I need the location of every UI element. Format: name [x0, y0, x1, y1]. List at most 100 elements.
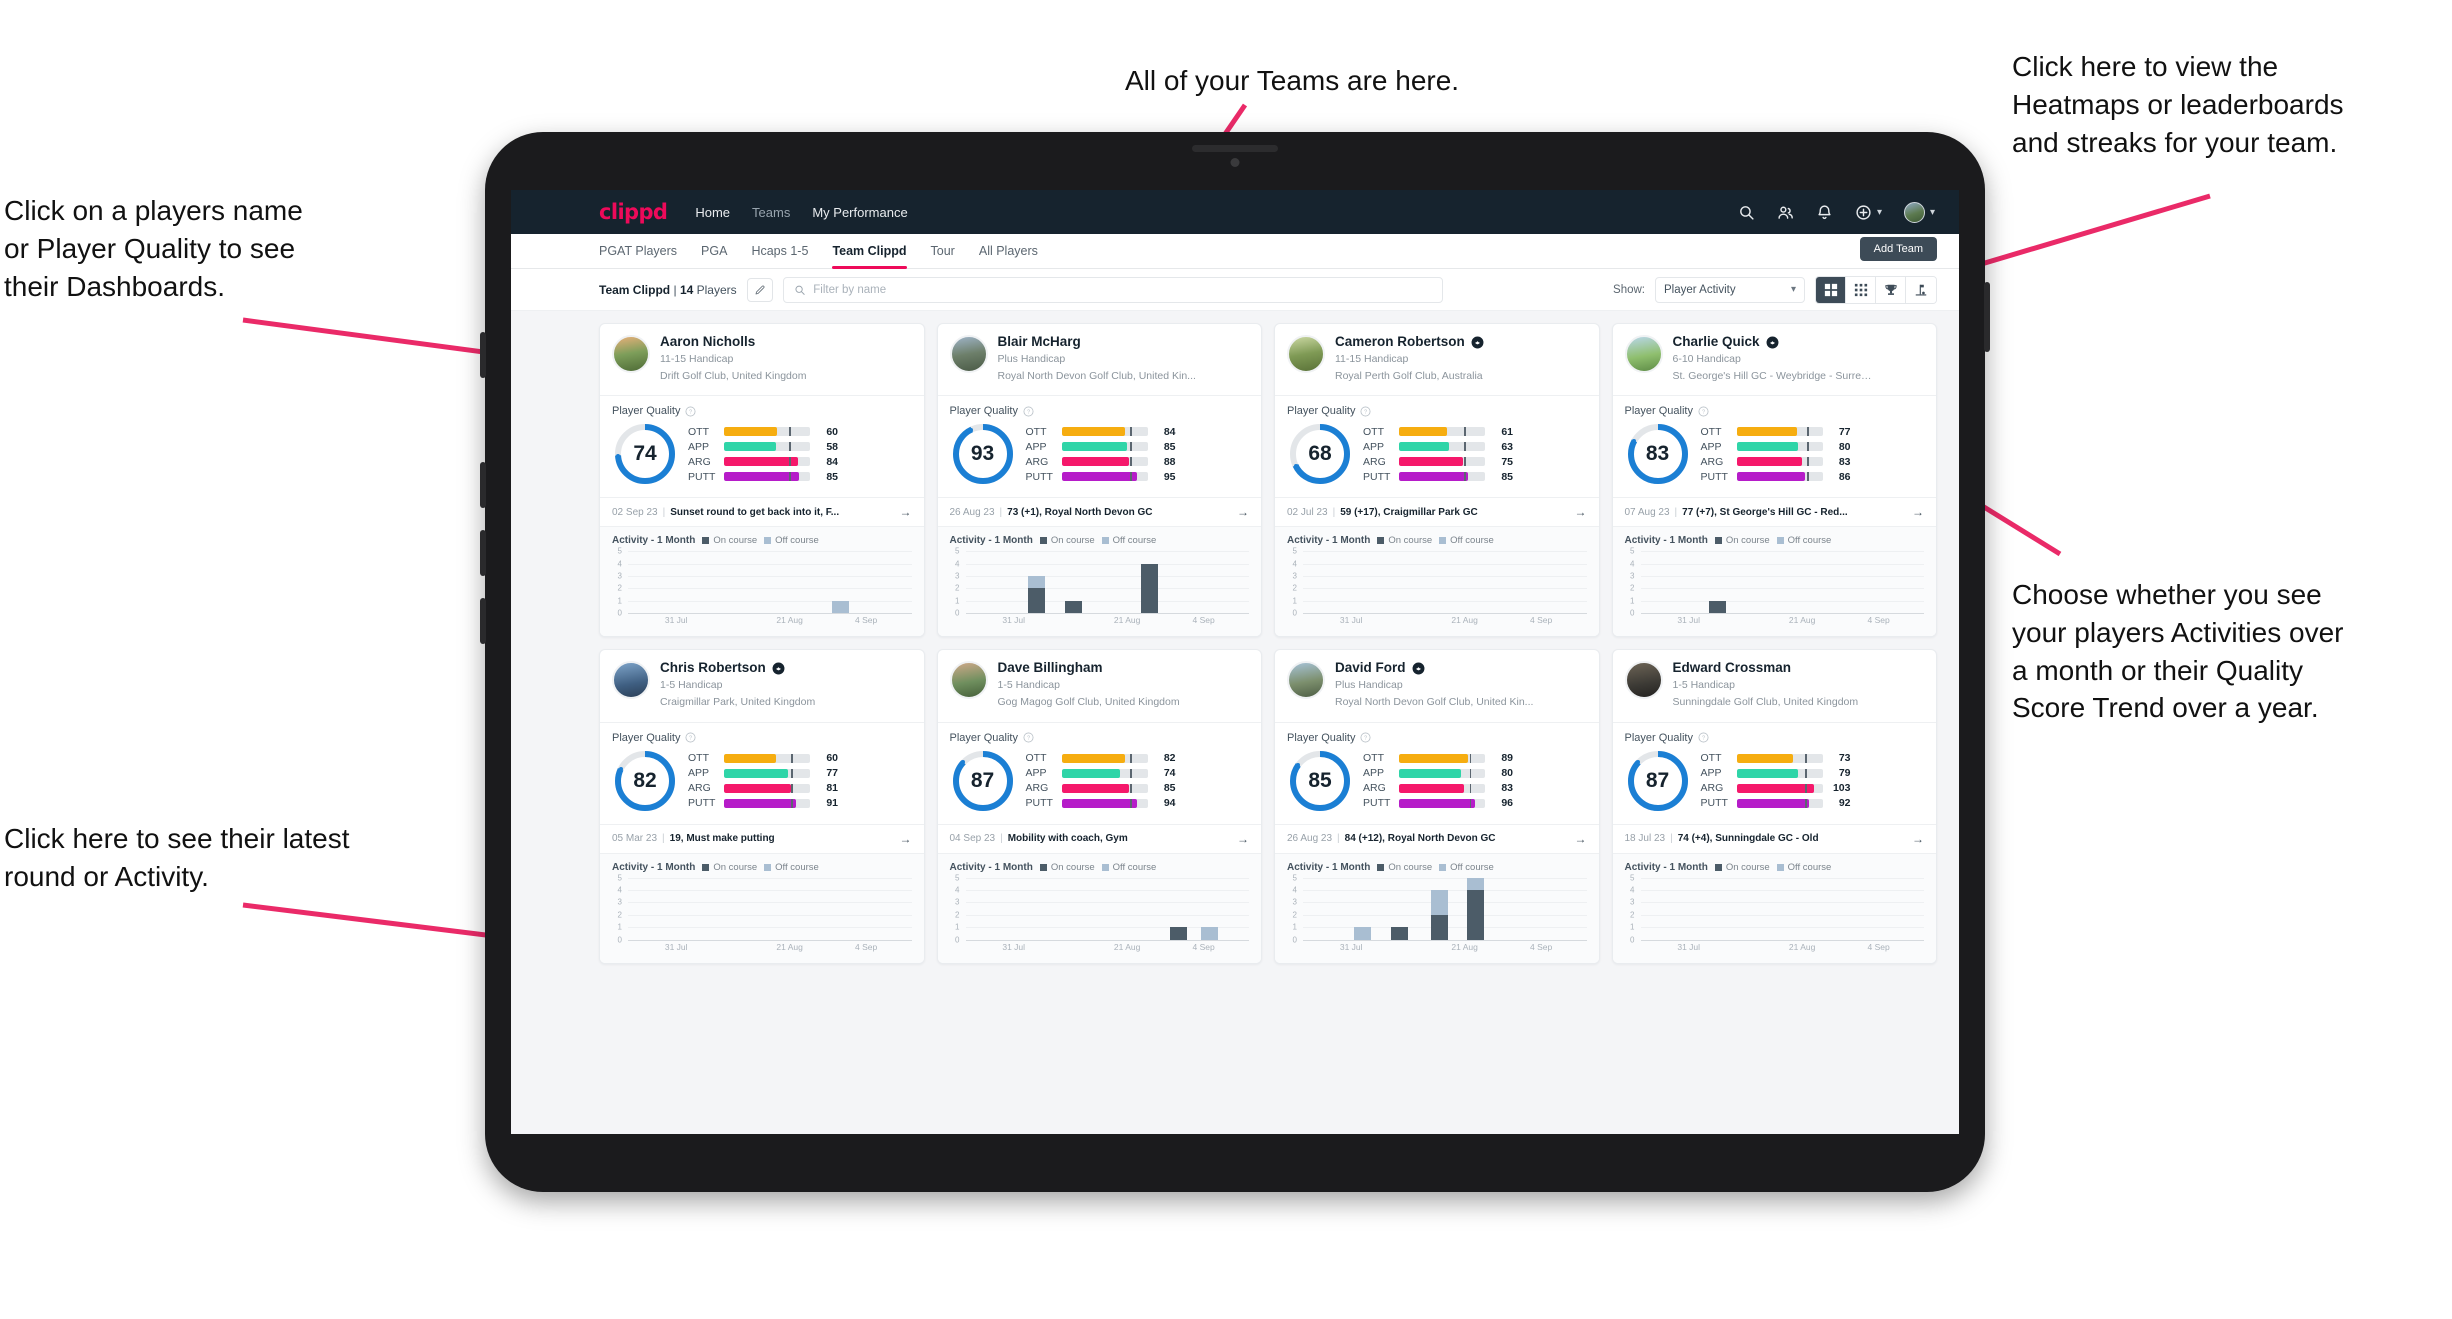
- chevron-down-icon[interactable]: ▾: [1877, 207, 1882, 218]
- latest-round-row[interactable]: 26 Aug 23 | 73 (+1), Royal North Devon GC →: [937, 497, 1261, 526]
- player-quality-section[interactable]: Player Quality? 83 OTT 77 APP 80 ARG 83 PUTT 86: [1612, 395, 1936, 497]
- player-card[interactable]: Blair McHarg Plus Handicap Royal North Dev…: [936, 323, 1262, 638]
- player-card[interactable]: Charlie Quick 6-10 Handicap St. George's H…: [1611, 323, 1937, 638]
- tab-pga[interactable]: PGA: [701, 234, 727, 269]
- player-card-header[interactable]: Dave Billingham 1-5 Handicap Gog Magog Gol…: [938, 650, 1262, 721]
- player-quality-section[interactable]: Player Quality? 68 OTT 61 APP 63 ARG 75 PUTT 85: [1275, 395, 1599, 497]
- arrow-right-icon[interactable]: →: [1575, 832, 1587, 846]
- plus-circle-icon[interactable]: [1855, 204, 1872, 221]
- player-name-row[interactable]: Cameron Robertson: [1335, 334, 1484, 350]
- clippd-logo[interactable]: clippd: [599, 200, 668, 224]
- quality-score-ring[interactable]: 68: [1287, 421, 1353, 487]
- edit-team-button[interactable]: [746, 277, 773, 302]
- player-card-header[interactable]: Edward Crossman 1-5 Handicap Sunningdale G…: [1613, 650, 1937, 721]
- avatar[interactable]: [612, 661, 650, 700]
- quality-score-ring[interactable]: 87: [950, 748, 1016, 814]
- avatar[interactable]: [1287, 335, 1325, 373]
- grid-small-view-button[interactable]: [1846, 276, 1876, 303]
- add-menu[interactable]: ▾: [1855, 204, 1882, 221]
- player-card-header[interactable]: Blair McHarg Plus Handicap Royal North Dev…: [938, 324, 1262, 395]
- player-name-row[interactable]: Aaron Nicholls: [660, 334, 806, 350]
- arrow-right-icon[interactable]: →: [1912, 832, 1924, 846]
- player-name-row[interactable]: Blair McHarg: [998, 334, 1196, 350]
- latest-round-row[interactable]: 18 Jul 23 | 74 (+4), Sunningdale GC - Old →: [1612, 823, 1936, 853]
- player-card-header[interactable]: David Ford Plus Handicap Royal North Devon…: [1275, 650, 1599, 721]
- heatmap-view-button[interactable]: [1906, 276, 1936, 303]
- arrow-right-icon[interactable]: →: [1237, 505, 1249, 519]
- tab-pgat-players[interactable]: PGAT Players: [599, 234, 677, 269]
- player-name[interactable]: David Ford: [1335, 660, 1406, 676]
- tab-all-players[interactable]: All Players: [979, 234, 1038, 269]
- avatar[interactable]: [612, 335, 650, 373]
- player-card-header[interactable]: Charlie Quick 6-10 Handicap St. George's H…: [1613, 324, 1937, 395]
- leaderboard-trophy-view-button[interactable]: [1876, 276, 1906, 303]
- arrow-right-icon[interactable]: →: [1912, 505, 1924, 519]
- latest-round-row[interactable]: 05 Mar 23 | 19, Must make putting →: [600, 823, 924, 853]
- latest-round-row[interactable]: 02 Sep 23 | Sunset round to get back into …: [600, 497, 924, 526]
- player-card[interactable]: Cameron Robertson 11-15 Handicap Royal Per…: [1274, 323, 1600, 638]
- player-card[interactable]: David Ford Plus Handicap Royal North Devon…: [1274, 649, 1600, 964]
- player-name[interactable]: Dave Billingham: [998, 660, 1103, 676]
- player-name-row[interactable]: Chris Robertson: [660, 660, 815, 676]
- player-quality-section[interactable]: Player Quality? 87 OTT 73 APP 79 ARG 103 PUTT 92: [1612, 721, 1936, 824]
- player-card[interactable]: Chris Robertson 1-5 Handicap Craigmillar P…: [599, 649, 925, 964]
- player-quality-section[interactable]: Player Quality? 82 OTT 60 APP 77 ARG 81 PUTT 91: [600, 721, 924, 824]
- player-name[interactable]: Cameron Robertson: [1335, 334, 1465, 350]
- avatar[interactable]: [1287, 661, 1325, 700]
- player-quality-main[interactable]: 87 OTT 73 APP 79 ARG 103 PUTT 92: [1625, 748, 1925, 814]
- avatar[interactable]: [1624, 661, 1663, 700]
- player-card[interactable]: Dave Billingham 1-5 Handicap Gog Magog Gol…: [936, 649, 1262, 964]
- nav-link-my-performance[interactable]: My Performance: [812, 205, 907, 220]
- player-quality-section[interactable]: Player Quality? 87 OTT 82 APP 74 ARG 85 PUTT 94: [937, 721, 1261, 824]
- arrow-right-icon[interactable]: →: [900, 505, 912, 519]
- player-quality-main[interactable]: 82 OTT 60 APP 77 ARG 81 PUTT 91: [612, 748, 912, 814]
- player-name[interactable]: Edward Crossman: [1673, 660, 1792, 676]
- player-card-header[interactable]: Aaron Nicholls 11-15 Handicap Drift Golf C…: [600, 324, 924, 395]
- player-name[interactable]: Aaron Nicholls: [660, 334, 755, 350]
- help-circle-icon[interactable]: ?: [685, 732, 696, 743]
- player-name-row[interactable]: Edward Crossman: [1673, 660, 1859, 676]
- player-card-header[interactable]: Cameron Robertson 11-15 Handicap Royal Per…: [1275, 324, 1599, 395]
- player-quality-main[interactable]: 93 OTT 84 APP 85 ARG 88 PUTT 95: [950, 421, 1250, 487]
- player-quality-main[interactable]: 85 OTT 89 APP 80 ARG 83 PUTT 96: [1287, 748, 1587, 814]
- bell-icon[interactable]: [1816, 204, 1833, 221]
- add-team-button[interactable]: Add Team: [1859, 237, 1937, 261]
- avatar[interactable]: [949, 335, 988, 373]
- show-select[interactable]: Player Activity ▾: [1655, 276, 1805, 303]
- player-quality-main[interactable]: 68 OTT 61 APP 63 ARG 75 PUTT 85: [1287, 421, 1587, 487]
- grid-large-view-button[interactable]: [1816, 276, 1846, 303]
- quality-score-ring[interactable]: 93: [950, 421, 1016, 487]
- quality-score-ring[interactable]: 74: [612, 421, 678, 487]
- latest-round-row[interactable]: 07 Aug 23 | 77 (+7), St George's Hill GC -…: [1612, 497, 1936, 526]
- nav-link-teams[interactable]: Teams: [752, 205, 790, 220]
- avatar[interactable]: [949, 661, 988, 700]
- arrow-right-icon[interactable]: →: [900, 832, 912, 846]
- people-icon[interactable]: [1777, 204, 1794, 221]
- nav-link-home[interactable]: Home: [695, 205, 730, 220]
- player-quality-section[interactable]: Player Quality? 74 OTT 60 APP 58 ARG 84 PUTT 85: [600, 395, 924, 497]
- latest-round-row[interactable]: 04 Sep 23 | Mobility with coach, Gym →: [937, 823, 1261, 853]
- player-name-row[interactable]: Dave Billingham: [998, 660, 1180, 676]
- arrow-right-icon[interactable]: →: [1237, 832, 1249, 846]
- quality-score-ring[interactable]: 85: [1287, 748, 1353, 814]
- player-quality-main[interactable]: 74 OTT 60 APP 58 ARG 84 PUTT 85: [612, 421, 912, 487]
- search-icon[interactable]: [1738, 204, 1755, 221]
- player-card-header[interactable]: Chris Robertson 1-5 Handicap Craigmillar P…: [600, 650, 924, 721]
- help-circle-icon[interactable]: ?: [1360, 406, 1371, 417]
- avatar[interactable]: [1624, 335, 1663, 373]
- help-circle-icon[interactable]: ?: [1023, 732, 1034, 743]
- quality-score-ring[interactable]: 87: [1625, 748, 1691, 814]
- latest-round-row[interactable]: 02 Jul 23 | 59 (+17), Craigmillar Park GC →: [1275, 497, 1599, 526]
- chevron-down-icon[interactable]: ▾: [1930, 207, 1935, 218]
- player-name-row[interactable]: Charlie Quick: [1673, 334, 1873, 350]
- player-card[interactable]: Aaron Nicholls 11-15 Handicap Drift Golf C…: [599, 323, 925, 638]
- filter-search-box[interactable]: [782, 276, 1443, 303]
- player-quality-section[interactable]: Player Quality? 93 OTT 84 APP 85 ARG 88 PUTT 95: [937, 395, 1261, 497]
- player-name-row[interactable]: David Ford: [1335, 660, 1533, 676]
- user-menu[interactable]: ▾: [1903, 201, 1935, 223]
- player-quality-main[interactable]: 83 OTT 77 APP 80 ARG 83 PUTT 86: [1625, 421, 1925, 487]
- search-input[interactable]: [813, 283, 1432, 296]
- tab-hcaps-1-5[interactable]: Hcaps 1-5: [751, 234, 808, 269]
- help-circle-icon[interactable]: ?: [1698, 406, 1709, 417]
- player-quality-main[interactable]: 87 OTT 82 APP 74 ARG 85 PUTT 94: [950, 748, 1250, 814]
